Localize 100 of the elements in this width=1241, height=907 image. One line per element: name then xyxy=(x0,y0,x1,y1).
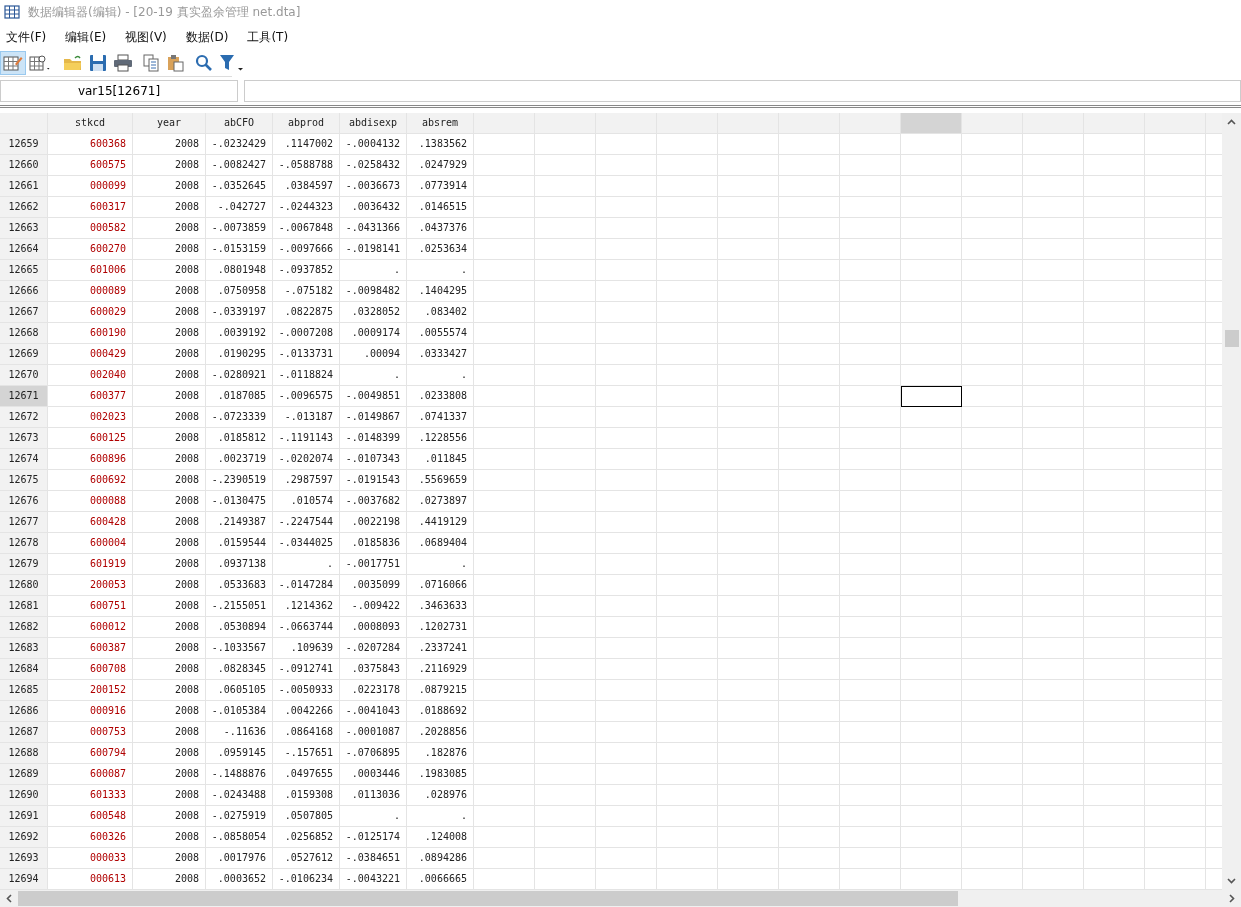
row-number[interactable]: 12667 xyxy=(0,302,48,323)
table-cell: -.0125174 xyxy=(340,827,407,848)
row-number[interactable]: 12672 xyxy=(0,407,48,428)
table-cell: 2008 xyxy=(133,260,206,281)
menu-item[interactable]: 数据(D) xyxy=(183,25,236,49)
row-number[interactable]: 12685 xyxy=(0,680,48,701)
table-cell: -.0007208 xyxy=(273,323,340,344)
row-number[interactable]: 12683 xyxy=(0,638,48,659)
row-number[interactable]: 12663 xyxy=(0,218,48,239)
row-number[interactable]: 12680 xyxy=(0,575,48,596)
row-number[interactable]: 12689 xyxy=(0,764,48,785)
table-cell: .2116929 xyxy=(407,659,474,680)
row-number[interactable]: 12693 xyxy=(0,848,48,869)
row-number[interactable]: 12676 xyxy=(0,491,48,512)
table-cell: .0003446 xyxy=(340,764,407,785)
column-header[interactable] xyxy=(657,113,718,134)
column-header[interactable] xyxy=(535,113,596,134)
row-number[interactable]: 12692 xyxy=(0,827,48,848)
column-header[interactable] xyxy=(596,113,657,134)
column-header[interactable] xyxy=(1145,113,1206,134)
table-cell: 2008 xyxy=(133,386,206,407)
table-cell: 2008 xyxy=(133,617,206,638)
column-header[interactable]: year xyxy=(133,113,206,134)
column-header[interactable] xyxy=(962,113,1023,134)
table-cell: .2987597 xyxy=(273,470,340,491)
row-number[interactable]: 12678 xyxy=(0,533,48,554)
column-header[interactable] xyxy=(901,113,962,134)
table-cell: -.0723339 xyxy=(206,407,273,428)
row-number[interactable]: 12675 xyxy=(0,470,48,491)
column-header[interactable] xyxy=(779,113,840,134)
row-number[interactable]: 12673 xyxy=(0,428,48,449)
column-header[interactable]: absrem xyxy=(407,113,474,134)
table-cell: 2008 xyxy=(133,239,206,260)
menu-item[interactable]: 文件(F) xyxy=(4,25,54,49)
row-number[interactable]: 12665 xyxy=(0,260,48,281)
table-cell: -.0243488 xyxy=(206,785,273,806)
row-number[interactable]: 12669 xyxy=(0,344,48,365)
column-header[interactable] xyxy=(1023,113,1084,134)
column-header[interactable] xyxy=(718,113,779,134)
column-header[interactable] xyxy=(840,113,901,134)
row-number[interactable]: 12666 xyxy=(0,281,48,302)
edit-grid-button[interactable] xyxy=(0,51,26,75)
selected-cell[interactable] xyxy=(901,386,962,407)
menu-item[interactable]: 工具(T) xyxy=(245,25,296,49)
table-cell: .0273897 xyxy=(407,491,474,512)
scrollbar-thumb[interactable] xyxy=(1224,330,1239,347)
row-number[interactable]: 12659 xyxy=(0,134,48,155)
table-cell: .0187085 xyxy=(206,386,273,407)
table-cell: 2008 xyxy=(133,680,206,701)
table-cell: .2149387 xyxy=(206,512,273,533)
row-number[interactable]: 12660 xyxy=(0,155,48,176)
table-cell: -.0105384 xyxy=(206,701,273,722)
menu-item[interactable]: 视图(V) xyxy=(123,25,174,49)
column-header[interactable]: abdisexp xyxy=(340,113,407,134)
column-header[interactable]: abCFO xyxy=(206,113,273,134)
table-cell: -.0202074 xyxy=(273,449,340,470)
row-number[interactable]: 12691 xyxy=(0,806,48,827)
table-cell: -.1488876 xyxy=(206,764,273,785)
row-number[interactable]: 12690 xyxy=(0,785,48,806)
table-cell: 2008 xyxy=(133,827,206,848)
table-cell: .0527612 xyxy=(273,848,340,869)
table-cell: .0689404 xyxy=(407,533,474,554)
row-number[interactable]: 12668 xyxy=(0,323,48,344)
table-cell: 000582 xyxy=(48,218,133,239)
row-number[interactable]: 12681 xyxy=(0,596,48,617)
table-cell: .1202731 xyxy=(407,617,474,638)
row-number[interactable]: 12661 xyxy=(0,176,48,197)
column-header[interactable] xyxy=(474,113,535,134)
row-number[interactable]: 12687 xyxy=(0,722,48,743)
row-number[interactable]: 12662 xyxy=(0,197,48,218)
table-cell: -.0352645 xyxy=(206,176,273,197)
table-cell: .0741337 xyxy=(407,407,474,428)
column-header[interactable]: abprod xyxy=(273,113,340,134)
row-number[interactable]: 12688 xyxy=(0,743,48,764)
table-cell: -.2155051 xyxy=(206,596,273,617)
row-number[interactable]: 12684 xyxy=(0,659,48,680)
scroll-down-icon[interactable] xyxy=(1227,878,1236,884)
row-number[interactable]: 12682 xyxy=(0,617,48,638)
column-header[interactable] xyxy=(1084,113,1145,134)
row-number[interactable]: 12670 xyxy=(0,365,48,386)
row-number[interactable]: 12674 xyxy=(0,449,48,470)
table-cell: -.0041043 xyxy=(340,701,407,722)
column-header[interactable]: stkcd xyxy=(48,113,133,134)
scroll-up-icon[interactable] xyxy=(1227,119,1236,125)
scrollbar-thumb[interactable] xyxy=(18,891,958,906)
table-cell: -.0082427 xyxy=(206,155,273,176)
scroll-right-icon[interactable] xyxy=(1229,894,1235,903)
table-cell: .0716066 xyxy=(407,575,474,596)
row-number[interactable]: 12671 xyxy=(0,386,48,407)
row-number[interactable]: 12694 xyxy=(0,869,48,890)
table-cell: .0879215 xyxy=(407,680,474,701)
cell-name-field[interactable]: var15[12671] xyxy=(0,80,238,102)
row-number[interactable]: 12679 xyxy=(0,554,48,575)
table-cell: 2008 xyxy=(133,638,206,659)
row-number[interactable]: 12664 xyxy=(0,239,48,260)
row-number[interactable]: 12677 xyxy=(0,512,48,533)
menu-item[interactable]: 编辑(E) xyxy=(63,25,114,49)
cell-value-field[interactable] xyxy=(244,80,1241,102)
scroll-left-icon[interactable] xyxy=(6,894,12,903)
row-number[interactable]: 12686 xyxy=(0,701,48,722)
